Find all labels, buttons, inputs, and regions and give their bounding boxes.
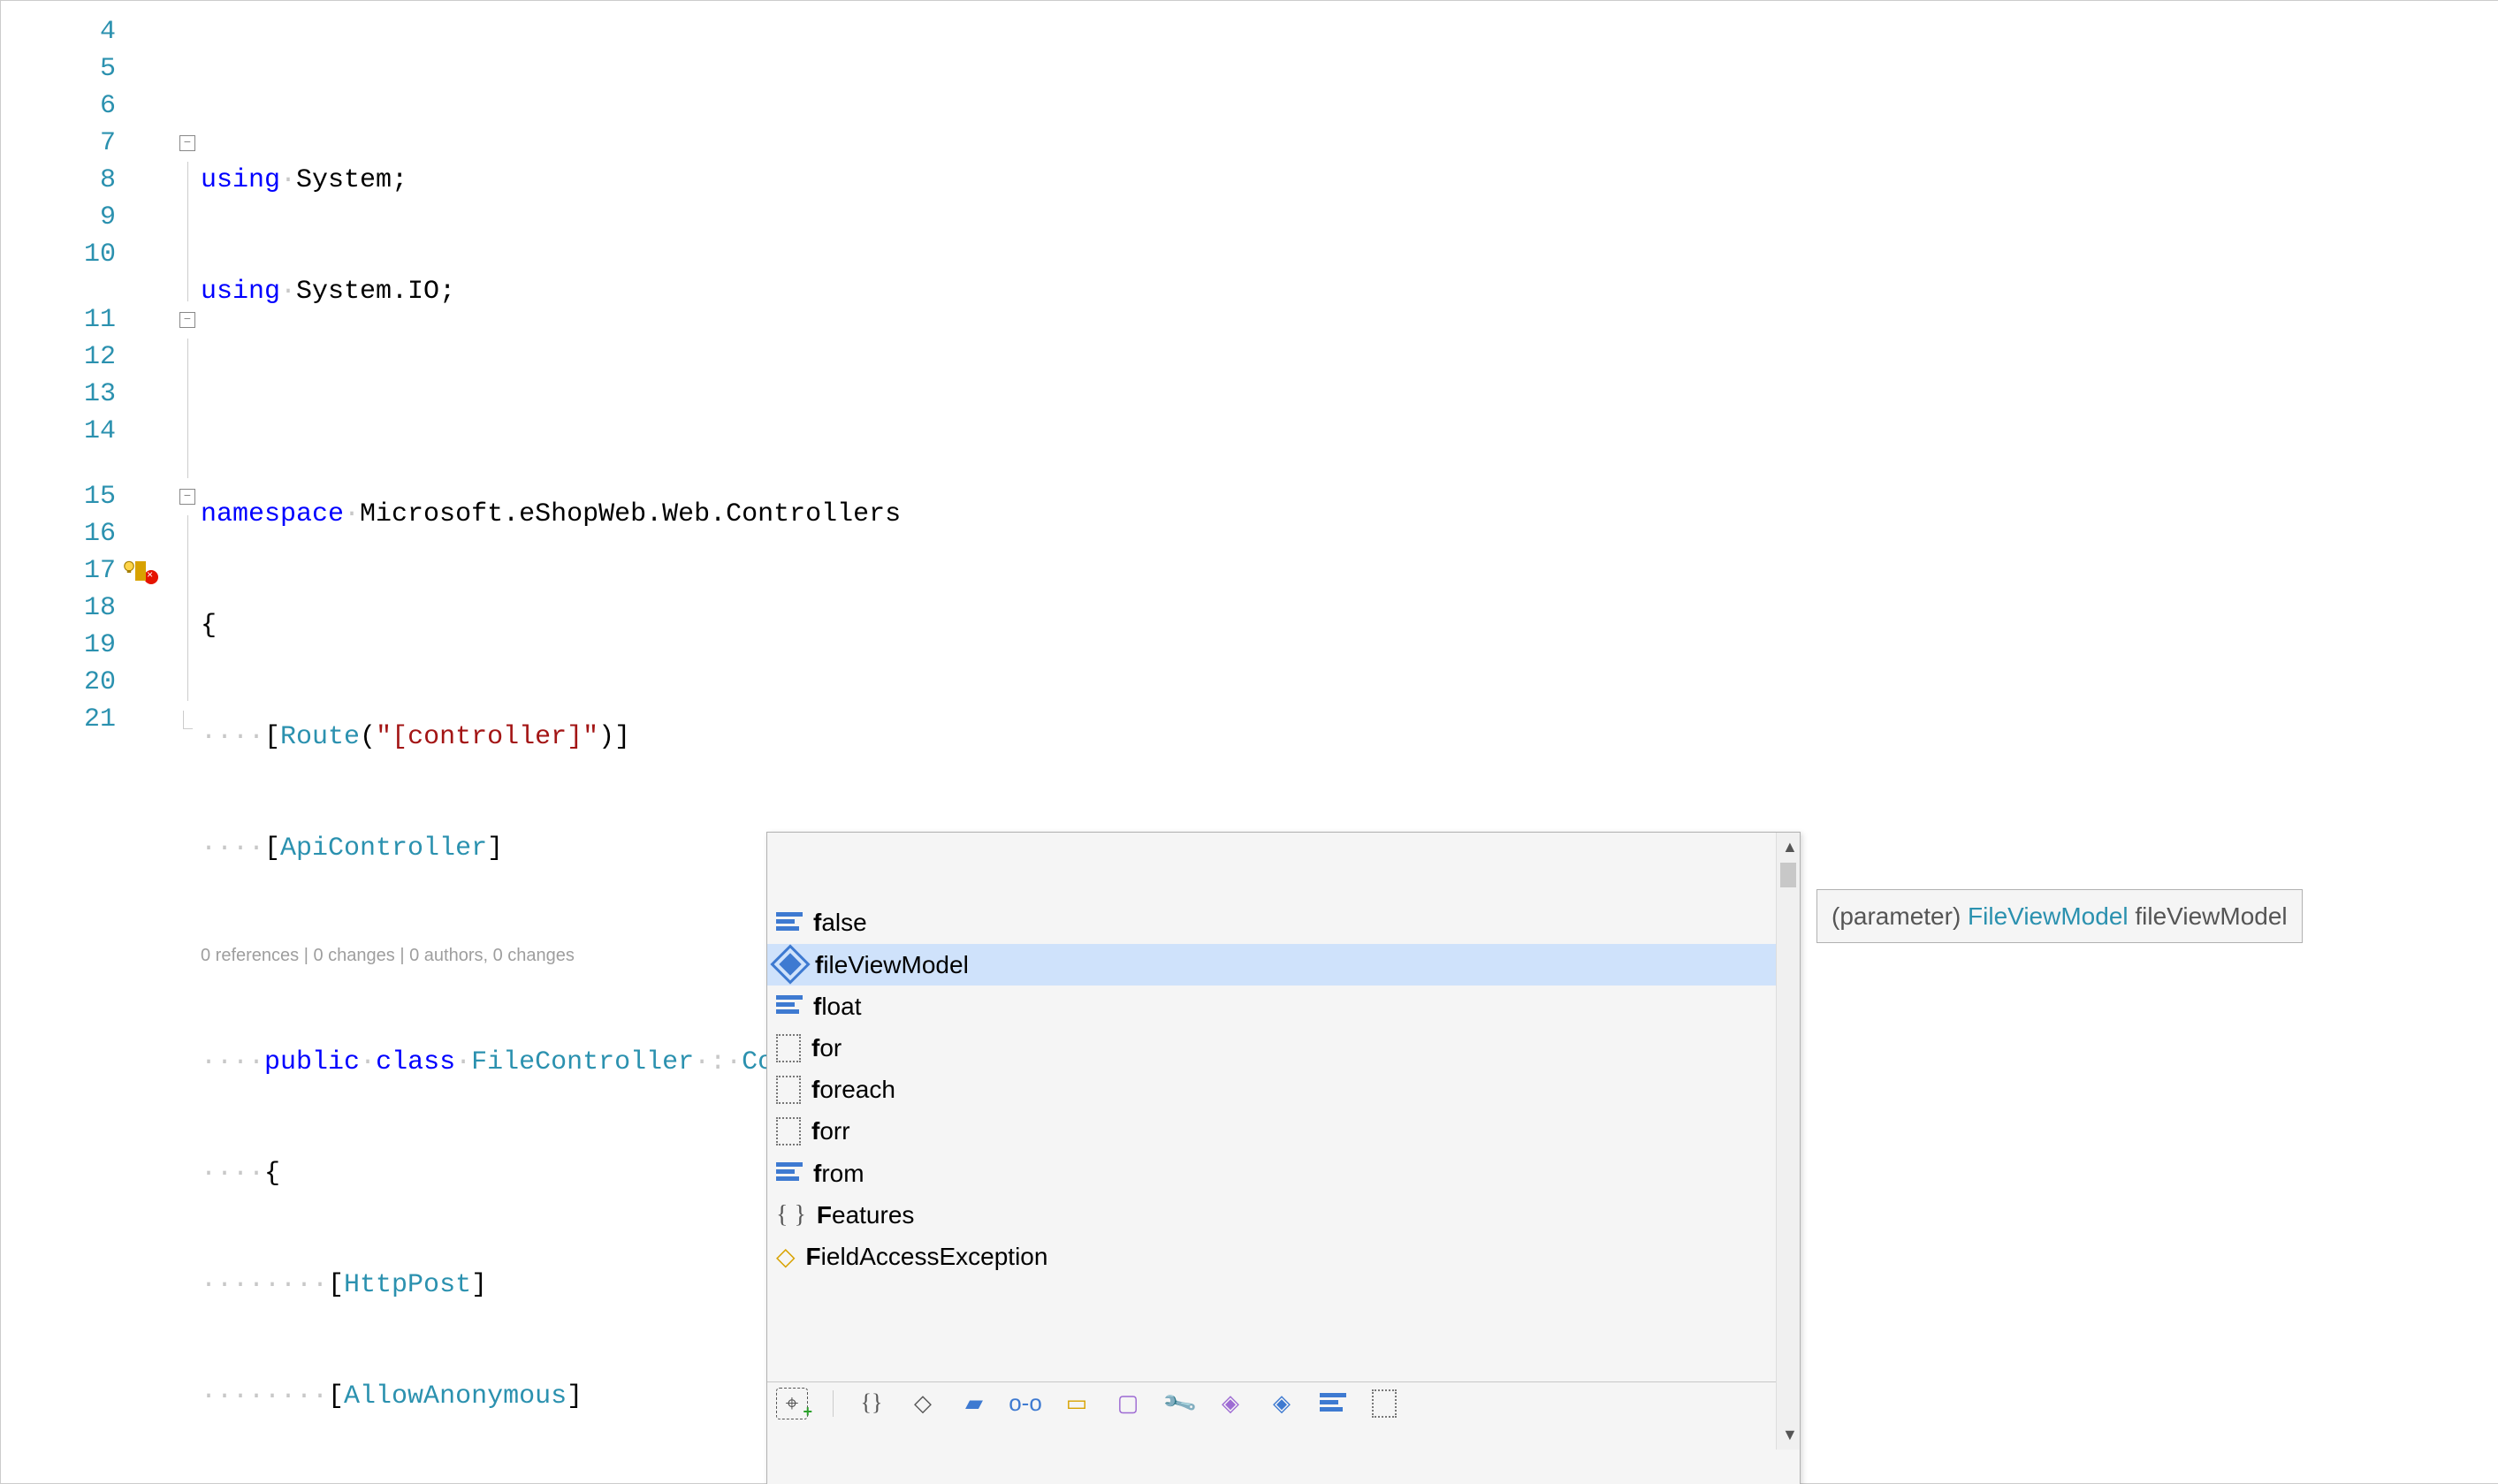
keywords-filter-icon[interactable] bbox=[1320, 1390, 1346, 1417]
scroll-up-icon[interactable]: ▲ bbox=[1782, 836, 1798, 858]
packages-filter-icon[interactable]: ▢ bbox=[1115, 1390, 1141, 1417]
snippet-icon bbox=[776, 1117, 801, 1145]
completion-label: foreach bbox=[811, 1072, 895, 1107]
line-number: 9 bbox=[1, 199, 116, 236]
line-number-gutter: 4 5 6 7 8 9 10 11 12 13 14 15 16 17 18 1… bbox=[1, 1, 132, 1483]
line-number: 14 bbox=[1, 413, 116, 450]
completion-item[interactable]: fileViewModel bbox=[767, 944, 1800, 986]
params-filter-icon[interactable]: ◈ bbox=[1268, 1390, 1295, 1417]
completion-label: from bbox=[813, 1156, 864, 1191]
line-17-indicators[interactable] bbox=[132, 552, 174, 590]
completion-item[interactable]: forr bbox=[767, 1110, 1800, 1152]
line-number: 16 bbox=[1, 515, 116, 552]
line-number: 13 bbox=[1, 376, 116, 413]
code-line[interactable]: ····[Route("[controller]")] bbox=[201, 719, 2498, 756]
line-number: 8 bbox=[1, 162, 116, 199]
fold-toggle[interactable]: − bbox=[179, 312, 195, 328]
properties-filter-icon[interactable]: ◈ bbox=[1217, 1390, 1244, 1417]
code-line[interactable] bbox=[201, 384, 2498, 422]
completion-filter-bar[interactable]: ⌖+ {} ◇ ▰ o-o ▭ ▢ 🔧 ◈ ◈ bbox=[767, 1381, 1800, 1425]
line-number: 6 bbox=[1, 88, 116, 125]
completion-item[interactable]: float bbox=[767, 986, 1800, 1027]
intellisense-popup[interactable]: false fileViewModel float for foreach forr fro… bbox=[766, 832, 1801, 1484]
parameter-info-tooltip: (parameter) FileViewModel fileViewModel bbox=[1816, 889, 2303, 943]
completion-label: float bbox=[813, 989, 861, 1024]
completion-label: false bbox=[813, 905, 867, 940]
code-folding-column[interactable]: − − − bbox=[174, 1, 201, 1483]
completion-label: Features bbox=[817, 1198, 915, 1232]
scroll-down-icon[interactable]: ▼ bbox=[1782, 1424, 1798, 1446]
completion-label: forr bbox=[811, 1114, 850, 1148]
snippet-icon bbox=[776, 1034, 801, 1062]
scroll-thumb[interactable] bbox=[1780, 863, 1796, 887]
completion-label: FieldAccessException bbox=[806, 1239, 1048, 1274]
interfaces-filter-icon[interactable]: o-o bbox=[1012, 1390, 1039, 1417]
completion-item[interactable]: foreach bbox=[767, 1069, 1800, 1110]
line-number: 17 bbox=[1, 552, 116, 590]
line-number: 21 bbox=[1, 701, 116, 738]
code-area[interactable]: using·System; using·System.IO; namespace… bbox=[201, 1, 2498, 1483]
keyword-icon bbox=[776, 995, 803, 1016]
line-number: 20 bbox=[1, 664, 116, 701]
class-icon: ◇ bbox=[776, 1239, 796, 1274]
namespaces-filter-icon[interactable]: {} bbox=[858, 1390, 885, 1417]
add-filter-icon[interactable]: ⌖+ bbox=[776, 1388, 808, 1419]
completion-label: fileViewModel bbox=[815, 947, 969, 982]
line-number: 11 bbox=[1, 301, 116, 339]
line-number: 15 bbox=[1, 478, 116, 515]
completion-item[interactable]: from bbox=[767, 1153, 1800, 1194]
completion-list[interactable]: false fileViewModel float for foreach forr fro… bbox=[767, 902, 1800, 1277]
methods-filter-icon[interactable]: 🔧 bbox=[1161, 1385, 1198, 1421]
line-number: 5 bbox=[1, 50, 116, 88]
completion-item[interactable]: ◇ FieldAccessException bbox=[767, 1236, 1800, 1277]
line-number: 12 bbox=[1, 339, 116, 376]
code-line[interactable]: using·System; bbox=[201, 162, 2498, 199]
classes-filter-icon[interactable]: ◇ bbox=[910, 1390, 936, 1417]
completion-label: for bbox=[811, 1031, 842, 1065]
completion-item[interactable]: for bbox=[767, 1027, 1800, 1069]
code-line[interactable]: using·System.IO; bbox=[201, 273, 2498, 310]
indicator-margin bbox=[132, 1, 174, 1483]
code-editor[interactable]: 4 5 6 7 8 9 10 11 12 13 14 15 16 17 18 1… bbox=[0, 0, 2498, 1484]
parameter-icon bbox=[770, 945, 810, 985]
completion-item[interactable]: { } Features bbox=[767, 1194, 1800, 1236]
fold-toggle[interactable]: − bbox=[179, 135, 195, 151]
keyword-icon bbox=[776, 912, 803, 933]
change-marker-icon bbox=[135, 561, 146, 581]
snippets-filter-icon[interactable] bbox=[1371, 1390, 1398, 1417]
line-number: 19 bbox=[1, 627, 116, 664]
code-line[interactable]: { bbox=[201, 607, 2498, 644]
code-line[interactable]: namespace·Microsoft.eShopWeb.Web.Control… bbox=[201, 496, 2498, 533]
enums-filter-icon[interactable]: ▭ bbox=[1063, 1390, 1090, 1417]
namespace-icon: { } bbox=[776, 1198, 806, 1232]
completion-item[interactable]: false bbox=[767, 902, 1800, 943]
line-number: 10 bbox=[1, 236, 116, 273]
completion-scrollbar[interactable]: ▲ ▼ bbox=[1776, 833, 1800, 1450]
fold-toggle[interactable]: − bbox=[179, 489, 195, 505]
line-number: 7 bbox=[1, 125, 116, 162]
keyword-icon bbox=[776, 1162, 803, 1183]
line-number: 18 bbox=[1, 590, 116, 627]
snippet-icon bbox=[776, 1076, 801, 1104]
structs-filter-icon[interactable]: ▰ bbox=[961, 1390, 987, 1417]
error-icon[interactable] bbox=[144, 570, 158, 584]
line-number: 4 bbox=[1, 13, 116, 50]
